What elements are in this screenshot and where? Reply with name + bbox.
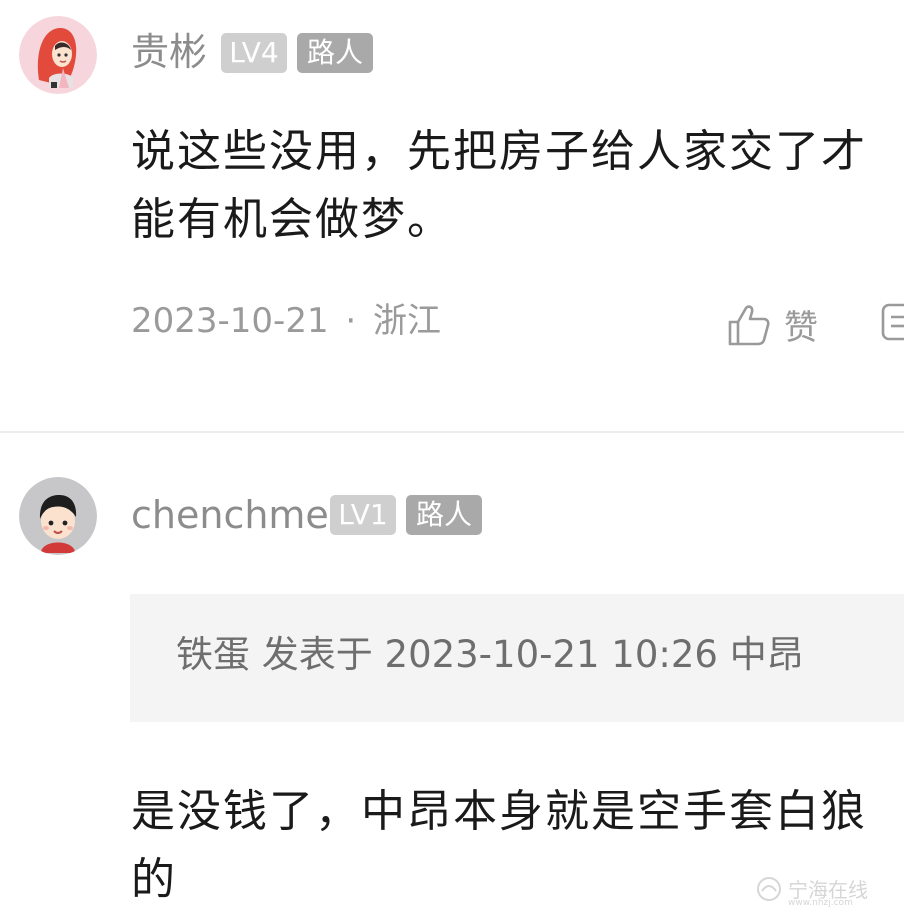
content-line: 能有机会做梦。: [131, 194, 453, 245]
watermark: 宁海在线 www.nhzj.com: [756, 872, 896, 912]
comment-divider: [0, 431, 904, 433]
quote-text: 铁蛋 发表于 2023-10-21 10:26 中昂: [176, 633, 804, 676]
watermark-logo-icon: [757, 877, 781, 901]
like-button[interactable]: 赞: [726, 300, 818, 349]
watermark-url: www.nhzj.com: [788, 898, 853, 908]
level-badge: LV4: [221, 33, 287, 73]
girl-red-hood-avatar-icon: [19, 16, 97, 94]
boy-cartoon-avatar-icon: [19, 477, 97, 555]
content-line: 说这些没用，先把房子给人家交了才: [131, 126, 867, 177]
reply-icon: [881, 303, 904, 341]
meta-separator: ·: [345, 301, 357, 341]
avatar[interactable]: [19, 16, 97, 94]
level-badge: LV1: [330, 495, 396, 535]
comment-meta: 2023-10-21 · 浙江: [131, 304, 441, 338]
thumbs-up-icon: [728, 304, 770, 345]
role-badge: 路人: [297, 33, 373, 73]
username[interactable]: chenchme: [131, 496, 329, 534]
comment-date: 2023-10-21: [131, 301, 329, 341]
content-line: 是没钱了，中昂本身就是空手套白狼: [131, 786, 867, 837]
comment-thread: 贵彬 LV4 路人 说这些没用，先把房子给人家交了才 能有机会做梦。 2023-…: [0, 0, 904, 922]
role-badge: 路人: [406, 495, 482, 535]
like-label: 赞: [784, 308, 818, 348]
quote-block: 铁蛋 发表于 2023-10-21 10:26 中昂: [130, 594, 904, 722]
reply-button[interactable]: [880, 302, 904, 344]
avatar[interactable]: [19, 477, 97, 555]
comment-location: 浙江: [373, 301, 442, 341]
comment-content: 说这些没用，先把房子给人家交了才 能有机会做梦。: [131, 118, 867, 254]
username[interactable]: 贵彬: [131, 33, 207, 71]
